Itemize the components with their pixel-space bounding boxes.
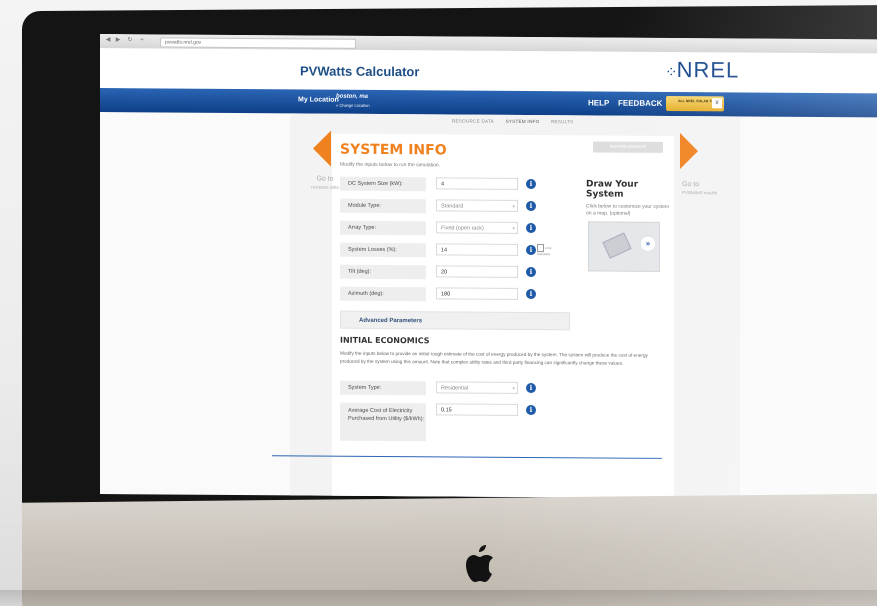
info-icon[interactable]: i: [526, 244, 536, 256]
electricity-cost-input[interactable]: 0.15: [436, 403, 518, 416]
draw-system-title: Draw Your System: [586, 179, 639, 200]
field-label: Module Type:: [340, 198, 426, 214]
info-icon[interactable]: i: [526, 200, 536, 212]
tab-system-info[interactable]: SYSTEM INFO: [506, 119, 540, 124]
go-to-results-link[interactable]: Go to PVWatts® results: [682, 181, 722, 197]
field-label: Tilt (deg):: [340, 264, 426, 280]
app-title[interactable]: PVWatts Calculator: [300, 63, 419, 79]
back-icon[interactable]: ◀: [104, 37, 112, 44]
chevron-down-icon: ▾: [512, 385, 515, 392]
roof-outline: [602, 232, 632, 259]
draw-system-text: Click below to customize your system on …: [586, 203, 670, 217]
site-header: [100, 48, 877, 94]
photo-scene: ◀ ▶ ↻ + pvwatts.nrel.gov PVWatts Calcula…: [0, 0, 877, 606]
info-icon[interactable]: i: [526, 266, 536, 278]
loss-calculator-link[interactable]: Loss Calculator: [537, 244, 559, 256]
desk-shadow: [0, 590, 877, 606]
tilt-input[interactable]: 20: [436, 265, 518, 278]
info-icon[interactable]: i: [526, 382, 536, 394]
page-title: SYSTEM INFO: [340, 141, 447, 159]
array-type-select[interactable]: Fixed (open rack) ▾: [436, 221, 518, 234]
feedback-link[interactable]: FEEDBACK: [618, 99, 662, 108]
field-label: Array Type:: [340, 220, 426, 236]
advanced-parameters-toggle[interactable]: Advanced Parameters: [340, 310, 570, 331]
info-icon[interactable]: i: [526, 222, 536, 234]
go-to-sub: resource data: [311, 184, 339, 190]
info-icon[interactable]: i: [526, 404, 536, 416]
select-value: Residential: [441, 385, 469, 392]
field-label: System Type:: [340, 380, 426, 396]
chevron-right-icon[interactable]: »: [641, 236, 655, 251]
tab-results[interactable]: RESULTS: [551, 119, 574, 124]
page-subtitle: Modify the inputs below to run the simul…: [340, 161, 441, 169]
forward-icon[interactable]: ▶: [114, 37, 122, 44]
go-to-sub: PVWatts® results: [682, 190, 718, 196]
economics-title: INITIAL ECONOMICS: [340, 335, 430, 346]
go-to-resource-link[interactable]: Go to resource data: [310, 175, 340, 191]
info-icon[interactable]: i: [526, 288, 536, 300]
reload-icon[interactable]: ↻: [126, 37, 134, 44]
location-name: boston, ma: [336, 93, 369, 100]
tools-dropdown-icon[interactable]: ¥: [712, 98, 722, 109]
calculator-icon: [537, 244, 544, 253]
select-value: Fixed (open rack): [441, 225, 484, 232]
next-arrow-icon[interactable]: [680, 133, 698, 170]
tab-resource-data[interactable]: RESOURCE DATA: [452, 118, 494, 123]
nrel-logo-mark: ⁘: [665, 63, 677, 82]
economics-text: Modify the inputs below to provide an in…: [340, 350, 648, 366]
field-label: Azimuth (deg):: [340, 286, 426, 302]
azimuth-input[interactable]: 180: [436, 287, 518, 300]
nrel-logo-text: NREL: [676, 57, 740, 83]
change-location-link[interactable]: » Change Location: [336, 103, 370, 108]
go-to-label: Go to: [682, 181, 700, 189]
go-to-label: Go to: [316, 175, 334, 183]
browser-screen: ◀ ▶ ↻ + pvwatts.nrel.gov PVWatts Calcula…: [100, 34, 877, 500]
help-link[interactable]: HELP: [588, 98, 609, 107]
chevron-down-icon: ▾: [512, 203, 515, 210]
main-nav: My Location boston, ma » Change Location…: [100, 88, 877, 118]
select-value: Standard: [441, 203, 464, 210]
info-icon[interactable]: i: [526, 178, 536, 190]
system-type-select[interactable]: Residential ▾: [436, 381, 518, 394]
apple-logo-icon: [466, 545, 493, 582]
field-label: Average Cost of Electricity Purchased fr…: [340, 402, 426, 442]
draw-system-section: Draw Your System Click below to customiz…: [586, 179, 672, 218]
restore-defaults-button[interactable]: RESTORE DEFAULTS: [593, 141, 663, 153]
map-thumbnail[interactable]: »: [588, 221, 660, 272]
dc-system-size-input[interactable]: 4: [436, 177, 518, 190]
nrel-logo[interactable]: ⁘NREL: [665, 57, 739, 84]
system-losses-input[interactable]: 14: [436, 243, 518, 256]
address-bar[interactable]: pvwatts.nrel.gov: [160, 37, 356, 49]
step-tabs: RESOURCE DATA SYSTEM INFO RESULTS: [452, 118, 583, 124]
prev-arrow-icon[interactable]: [313, 130, 331, 167]
my-location-label: My Location: [298, 96, 339, 104]
field-label: System Losses (%):: [340, 242, 426, 258]
module-type-select[interactable]: Standard ▾: [436, 199, 518, 212]
add-tab-icon[interactable]: +: [138, 37, 146, 44]
field-label: DC System Size (kW):: [340, 176, 426, 192]
chevron-down-icon: ▾: [512, 225, 515, 232]
